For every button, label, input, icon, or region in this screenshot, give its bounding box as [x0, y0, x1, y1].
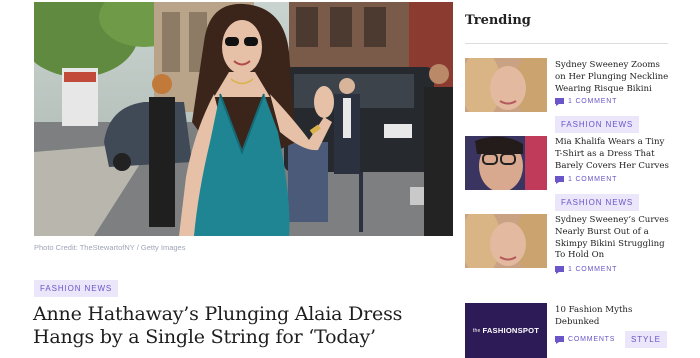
- trending-item-1-title[interactable]: Sydney Sweeney Zooms on Her Plunging Nec…: [555, 60, 673, 95]
- trending-title: Trending: [465, 13, 531, 28]
- fashionspot-logo[interactable]: the FASHIONSPOT: [465, 303, 547, 358]
- photo-credit: Photo Credit: TheStewartofNY / Getty Ima…: [34, 243, 186, 252]
- trending-thumb-3[interactable]: [465, 214, 547, 268]
- comment-icon: [555, 175, 564, 184]
- trending-item-2-comments[interactable]: 1 Comment: [555, 174, 617, 185]
- comment-count: 1 Comment: [568, 266, 618, 273]
- trending-item-2-title[interactable]: Mia Khalifa Wears a Tiny T-Shirt as a Dr…: [555, 137, 673, 172]
- trending-item-1-comments[interactable]: 1 Comment: [555, 96, 617, 107]
- trending-item-2-category[interactable]: Fashion News: [555, 116, 640, 133]
- article-headline: Anne Hathaway’s Plunging Alaia Dress Han…: [33, 303, 403, 348]
- hero-photo: [34, 2, 453, 236]
- trending-item-3-category[interactable]: Fashion News: [555, 194, 640, 211]
- trending-divider: [465, 43, 668, 44]
- trending-thumb-1[interactable]: [465, 58, 547, 112]
- trending-item-4-comments[interactable]: Comments: [555, 334, 615, 345]
- trending-item-3-title[interactable]: Sydney Sweeney’s Curves Nearly Burst Out…: [555, 215, 673, 262]
- trending-photo: [465, 214, 547, 268]
- comment-icon: [555, 265, 564, 274]
- comment-icon: [555, 97, 564, 106]
- trending-item-3-comments[interactable]: 1 Comment: [555, 264, 617, 275]
- hero-image[interactable]: [34, 2, 453, 236]
- logo-name: FASHIONSPOT: [482, 326, 540, 335]
- comment-count: Comments: [568, 336, 616, 343]
- comment-count: 1 Comment: [568, 98, 618, 105]
- comment-count: 1 Comment: [568, 176, 618, 183]
- article-category-tag[interactable]: Fashion News: [34, 280, 119, 297]
- logo-prefix: the: [472, 327, 481, 334]
- trending-item-4-category[interactable]: Style: [625, 331, 667, 348]
- comment-icon: [555, 335, 564, 344]
- trending-item-4-title[interactable]: 10 Fashion Myths Debunked: [555, 305, 673, 329]
- trending-thumb-2[interactable]: [465, 136, 547, 190]
- trending-photo: [465, 136, 547, 190]
- trending-photo: [465, 58, 547, 112]
